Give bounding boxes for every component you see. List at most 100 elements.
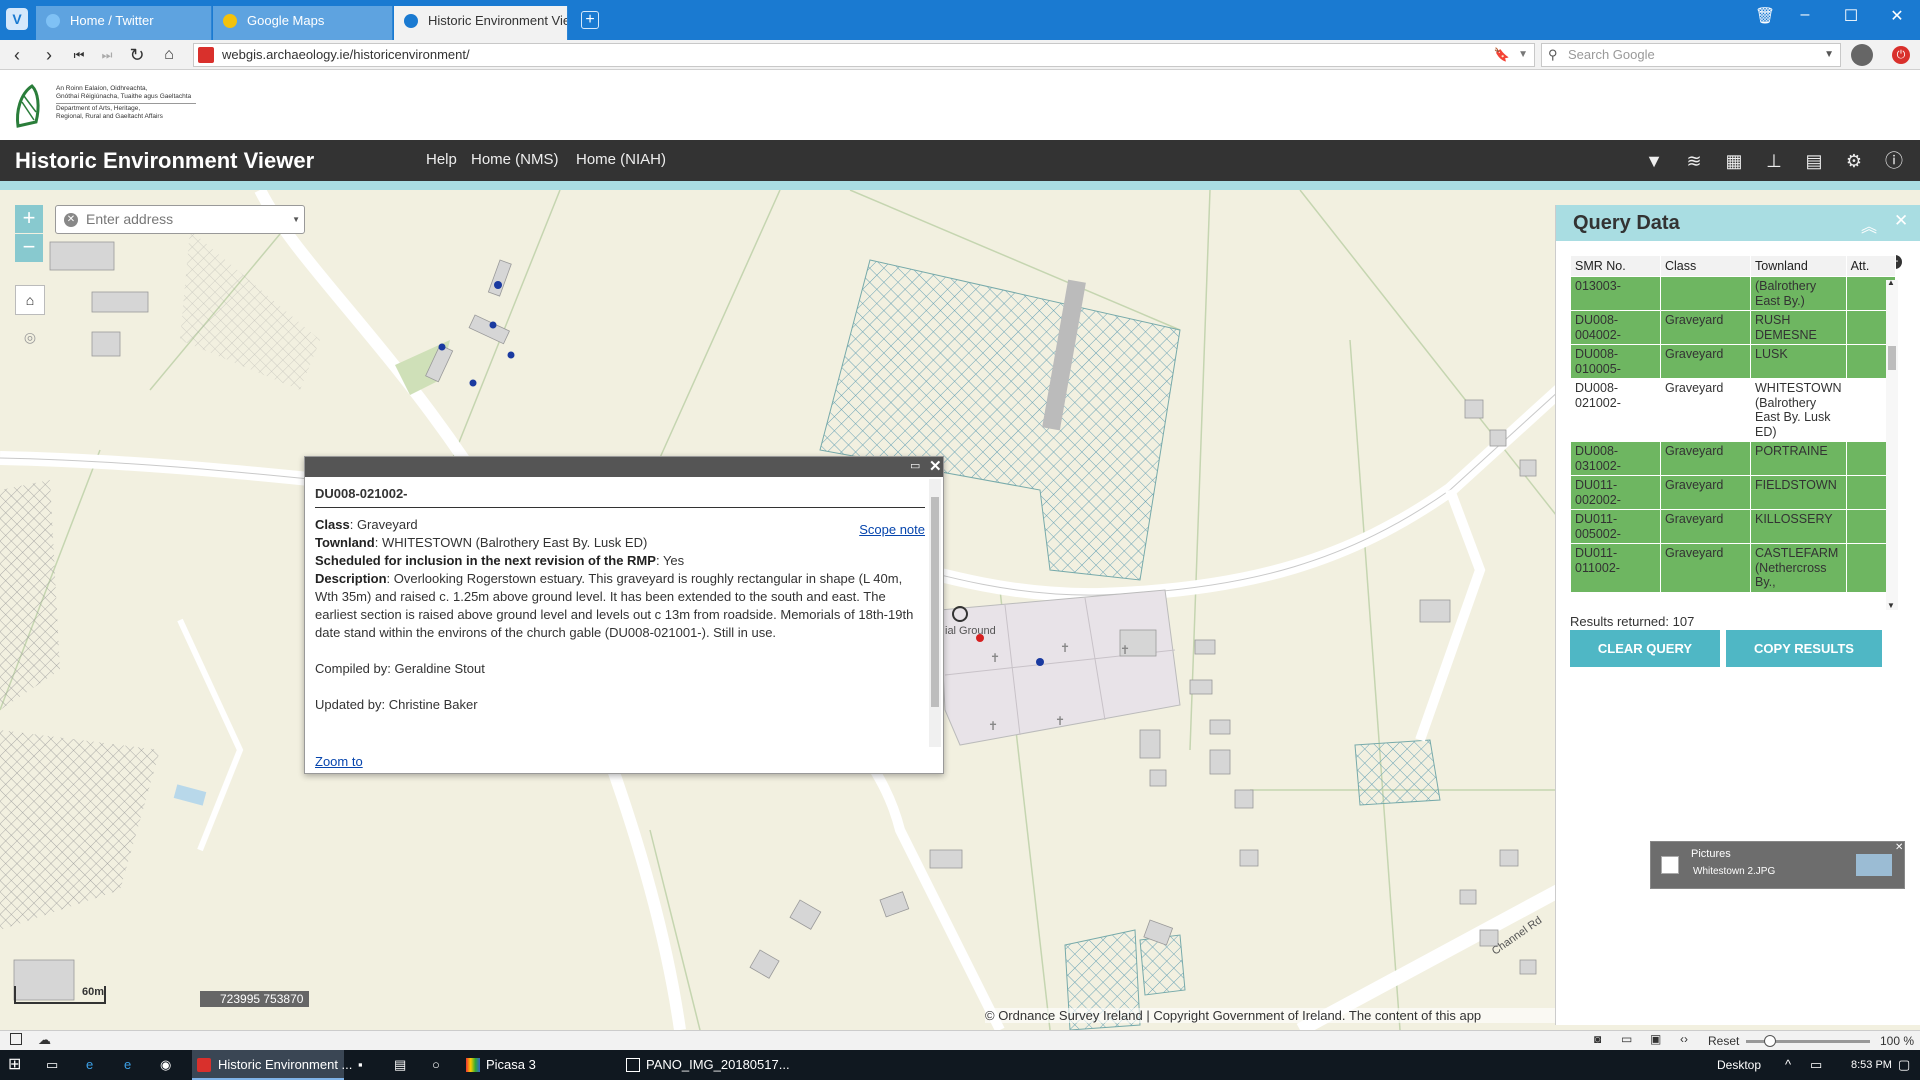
scrollbar-thumb[interactable] bbox=[1888, 346, 1896, 370]
notification-file: Whitestown 2.JPG bbox=[1693, 866, 1776, 877]
fast-forward-icon[interactable]: ⏭ bbox=[96, 44, 118, 66]
chevron-down-icon[interactable]: ▼ bbox=[292, 206, 300, 233]
query-table-scrollbar[interactable]: ▲ ▼ bbox=[1886, 278, 1898, 610]
zoom-slider-thumb[interactable] bbox=[1764, 1035, 1776, 1047]
maximize-icon[interactable]: ▭ bbox=[910, 459, 920, 472]
nav-home-niah[interactable]: Home (NIAH) bbox=[576, 151, 666, 168]
windows-start-icon[interactable]: ⊞ bbox=[8, 1050, 21, 1080]
edge-icon[interactable]: e bbox=[86, 1050, 93, 1080]
reload-icon[interactable]: ↻ bbox=[126, 44, 148, 66]
scope-note-link[interactable]: Scope note bbox=[859, 521, 925, 539]
column-header-att[interactable]: Att. bbox=[1845, 255, 1897, 277]
forward-icon[interactable]: › bbox=[38, 44, 60, 66]
address-search-input[interactable]: ✕ Enter address ▼ bbox=[55, 205, 305, 234]
townland-cell: LUSK bbox=[1750, 344, 1847, 379]
table-row[interactable]: DU011-002002- Graveyard FIELDSTOWN bbox=[1570, 475, 1897, 510]
scheduled-row: Scheduled for inclusion in the next revi… bbox=[315, 553, 685, 568]
file-explorer-icon[interactable]: ▭ bbox=[46, 1050, 58, 1080]
zoom-slider[interactable] bbox=[1746, 1035, 1870, 1047]
close-window-button[interactable]: ✕ bbox=[1882, 6, 1912, 26]
panel-toggle-icon[interactable] bbox=[10, 1033, 22, 1045]
table-row[interactable]: DU008-031002- Graveyard PORTRAINE bbox=[1570, 441, 1897, 476]
search-engine-dropdown-icon[interactable]: ▼ bbox=[1824, 44, 1834, 66]
zoom-to-link[interactable]: Zoom to bbox=[315, 754, 363, 769]
map-attribution: © Ordnance Survey Ireland | Copyright Go… bbox=[985, 1008, 1555, 1023]
chrome-icon[interactable]: ◉ bbox=[160, 1050, 171, 1080]
table-row[interactable]: DU011-011002- Graveyard CASTLEFARM (Nether… bbox=[1570, 543, 1897, 593]
column-header-smr[interactable]: SMR No. bbox=[1570, 255, 1661, 277]
sync-icon[interactable]: ☁ bbox=[38, 1032, 51, 1048]
chevron-down-icon[interactable]: ▼ bbox=[1518, 44, 1528, 66]
table-row[interactable]: DU008-004002- Graveyard RUSH DEMESNE bbox=[1570, 310, 1897, 345]
map-home-button[interactable]: ⌂ bbox=[15, 285, 45, 315]
copy-results-button[interactable]: COPY RESULTS bbox=[1726, 630, 1882, 667]
nav-home-nms[interactable]: Home (NMS) bbox=[471, 151, 559, 168]
close-icon[interactable]: ✕ bbox=[1894, 211, 1908, 231]
clear-query-button[interactable]: CLEAR QUERY bbox=[1570, 630, 1720, 667]
locate-icon[interactable]: ◎ bbox=[15, 323, 45, 353]
trash-icon[interactable]: 🗑 bbox=[1750, 6, 1780, 26]
desktop-label[interactable]: Desktop bbox=[1717, 1050, 1761, 1080]
tab-twitter[interactable]: Home / Twitter bbox=[36, 6, 212, 40]
zoom-in-button[interactable]: + bbox=[15, 205, 43, 233]
power-icon[interactable]: ⏻ bbox=[1892, 46, 1910, 64]
measure-icon[interactable]: ⊥ bbox=[1761, 148, 1787, 174]
print-icon[interactable]: ▤ bbox=[1801, 148, 1827, 174]
clear-icon[interactable]: ✕ bbox=[64, 213, 78, 227]
popup-scrollbar[interactable] bbox=[929, 479, 941, 747]
column-header-class[interactable]: Class bbox=[1660, 255, 1751, 277]
home-icon[interactable]: ⌂ bbox=[158, 44, 180, 66]
table-row[interactable]: DU008-021002- Graveyard WHITESTOWN (Balrot… bbox=[1570, 378, 1897, 442]
image-icon[interactable]: ▣ bbox=[1650, 1032, 1661, 1046]
notification-icon[interactable]: ▭ bbox=[1810, 1050, 1822, 1080]
ie-icon[interactable]: e bbox=[124, 1050, 131, 1080]
share-icon[interactable]: ⚙ bbox=[1841, 148, 1867, 174]
zoom-out-button[interactable]: − bbox=[15, 234, 43, 262]
profile-icon[interactable] bbox=[1851, 44, 1873, 66]
maximize-button[interactable]: ☐ bbox=[1836, 6, 1866, 26]
code-icon[interactable]: ‹› bbox=[1680, 1032, 1688, 1046]
vivaldi-menu-button[interactable]: V bbox=[6, 8, 28, 30]
taskbar-item-picasa[interactable]: Picasa 3 bbox=[460, 1050, 610, 1080]
townland-cell: (Balrothery East By.) bbox=[1750, 276, 1847, 311]
info-icon[interactable]: ⓘ bbox=[1881, 148, 1907, 174]
layers-icon[interactable]: ≋ bbox=[1681, 148, 1707, 174]
search-input[interactable]: ⚲ Search Google ▼ bbox=[1541, 43, 1841, 67]
window-icon[interactable]: ▭ bbox=[1621, 1032, 1632, 1046]
collapse-icon[interactable]: ︽ bbox=[1861, 213, 1877, 237]
scroll-up-icon[interactable]: ▲ bbox=[1887, 278, 1895, 287]
app-title: Historic Environment Viewer bbox=[15, 148, 315, 173]
app-icon-2[interactable]: ▤ bbox=[394, 1050, 406, 1080]
camera-icon[interactable]: ◙ bbox=[1594, 1032, 1601, 1046]
tab-historic-environment[interactable]: Historic Environment Viewer bbox=[394, 6, 568, 40]
table-row[interactable]: DU008-010005- Graveyard LUSK bbox=[1570, 344, 1897, 379]
scrollbar-thumb[interactable] bbox=[931, 497, 939, 707]
nav-help[interactable]: Help bbox=[426, 151, 457, 168]
cortana-icon[interactable]: ○ bbox=[432, 1050, 440, 1080]
table-row[interactable]: 013003- (Balrothery East By.) bbox=[1570, 276, 1897, 311]
rewind-icon[interactable]: ⏮ bbox=[68, 44, 90, 66]
table-row[interactable]: DU011-005002- Graveyard KILLOSSERY bbox=[1570, 509, 1897, 544]
new-tab-button[interactable]: + bbox=[581, 11, 599, 29]
smr-cell: DU008-010005- bbox=[1570, 344, 1661, 379]
filter-icon[interactable]: ▼ bbox=[1641, 148, 1667, 174]
basemap-grid-icon[interactable]: ▦ bbox=[1721, 148, 1747, 174]
tab-google-maps[interactable]: Google Maps bbox=[213, 6, 393, 40]
back-icon[interactable]: ‹ bbox=[6, 44, 28, 66]
taskbar-item-vivaldi[interactable]: Historic Environment ... bbox=[192, 1050, 352, 1080]
close-icon[interactable]: ✕ bbox=[1895, 842, 1903, 853]
tray-chevron-icon[interactable]: ^ bbox=[1785, 1050, 1791, 1080]
site-icon bbox=[404, 14, 418, 28]
address-bar[interactable]: webgis.archaeology.ie/historicenvironmen… bbox=[193, 43, 1535, 67]
pictures-notification[interactable]: Pictures Whitestown 2.JPG ✕ bbox=[1650, 841, 1905, 889]
column-header-townland[interactable]: Townland bbox=[1750, 255, 1847, 277]
taskbar-item-pano[interactable]: PANO_IMG_20180517... bbox=[620, 1050, 790, 1080]
bookmark-icon[interactable]: 🔖 bbox=[1494, 44, 1510, 66]
zoom-reset[interactable]: Reset bbox=[1708, 1034, 1739, 1048]
svg-text:✝: ✝ bbox=[1055, 714, 1065, 728]
close-icon[interactable]: ✕ bbox=[929, 457, 942, 475]
app-icon[interactable]: ▪ bbox=[358, 1050, 363, 1080]
action-center-icon[interactable]: ▢ bbox=[1898, 1050, 1910, 1080]
scroll-down-icon[interactable]: ▼ bbox=[1887, 601, 1895, 610]
minimize-button[interactable]: – bbox=[1790, 6, 1820, 24]
